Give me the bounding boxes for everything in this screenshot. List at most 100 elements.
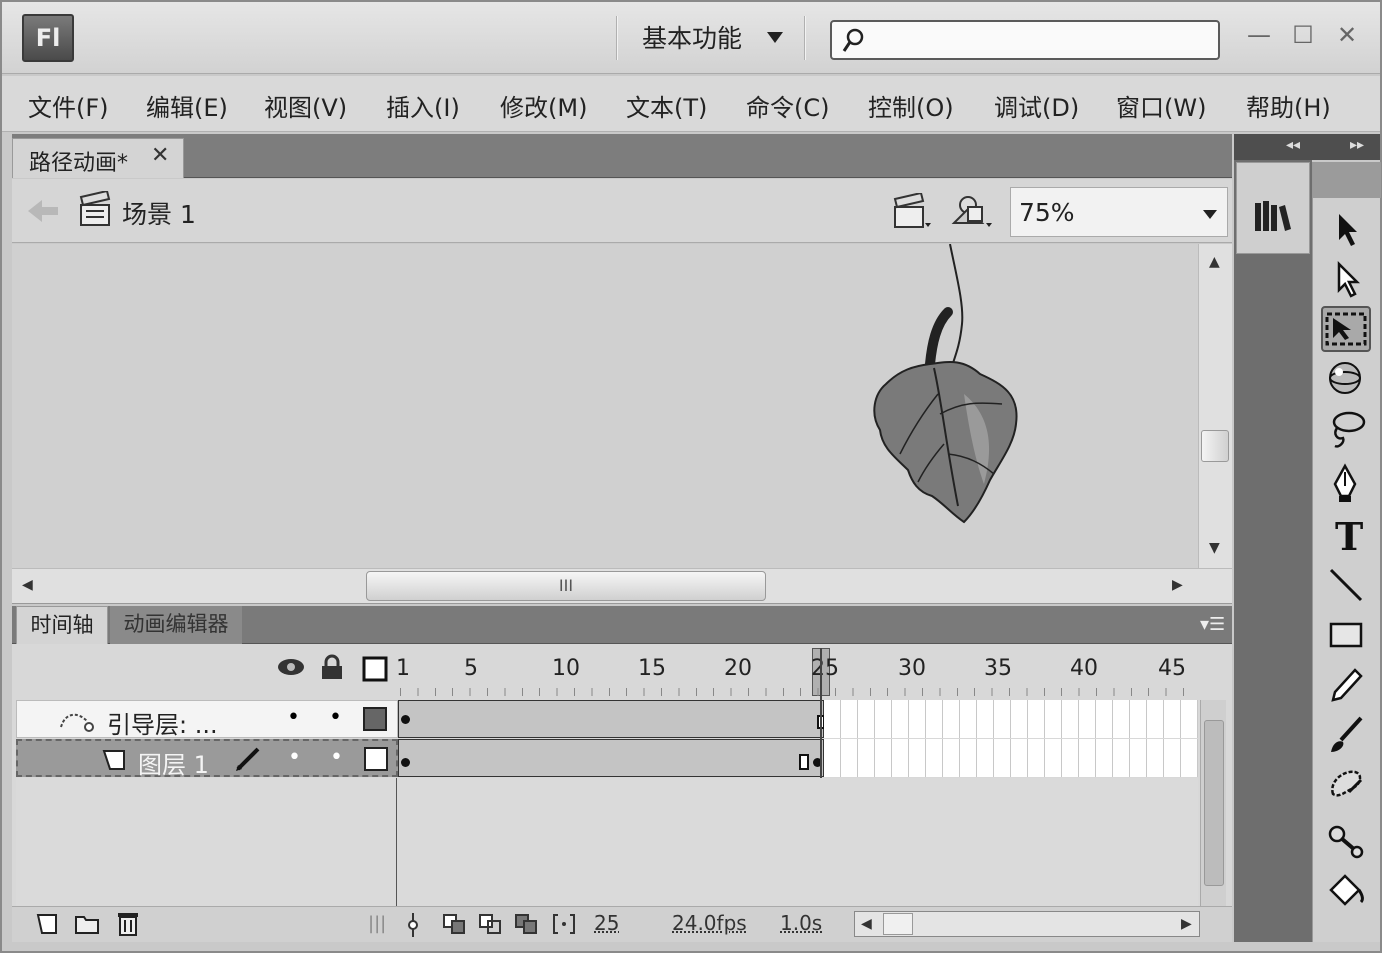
chevron-down-icon[interactable] — [1203, 210, 1217, 219]
timeline-vertical-scrollbar[interactable] — [1200, 700, 1226, 908]
tools-grip[interactable] — [1313, 162, 1381, 198]
end-frame-marker[interactable] — [799, 754, 809, 770]
frame-rate[interactable]: 24.0fps — [672, 911, 747, 935]
new-folder-icon[interactable] — [74, 913, 100, 935]
current-frame[interactable]: 25 — [594, 911, 619, 935]
rectangle-tool-icon[interactable] — [1321, 612, 1371, 658]
timeline-frames[interactable] — [398, 700, 1198, 778]
stage-vertical-scrollbar[interactable]: ▲ ▼ — [1198, 244, 1232, 568]
edit-multiple-frames-icon[interactable] — [514, 913, 540, 935]
maximize-button[interactable]: ☐ — [1288, 20, 1318, 50]
zoom-select[interactable]: 75% — [1010, 187, 1228, 237]
expand-icon[interactable]: ▸▸ — [1350, 137, 1364, 153]
layer-outline-swatch[interactable] — [363, 707, 387, 731]
frame-span-guide[interactable] — [398, 700, 825, 738]
layer-name[interactable]: 图层 1 — [138, 745, 209, 780]
frame-number: 30 — [898, 656, 926, 681]
3d-rotation-tool-icon[interactable] — [1321, 356, 1371, 402]
stage[interactable] — [12, 244, 1198, 568]
back-arrow-icon[interactable] — [26, 197, 60, 225]
eye-icon[interactable] — [276, 656, 306, 678]
horizontal-scroll-thumb[interactable]: III — [366, 571, 766, 601]
leaf-graphic[interactable] — [852, 244, 1032, 534]
close-icon[interactable]: ✕ — [151, 143, 169, 168]
trash-icon[interactable] — [116, 909, 140, 937]
edit-bar: 场景 1 75% — [12, 179, 1232, 243]
menu-modify[interactable]: 修改(M) — [500, 88, 587, 123]
onion-skin-outlines-icon[interactable] — [478, 913, 504, 935]
menu-file[interactable]: 文件(F) — [28, 88, 109, 123]
outline-icon[interactable] — [362, 656, 388, 682]
center-frame-icon[interactable] — [406, 913, 420, 937]
panel-menu-icon[interactable]: ▾☰ — [1200, 614, 1225, 635]
menu-view[interactable]: 视图(V) — [264, 88, 347, 123]
free-transform-tool-icon[interactable] — [1321, 306, 1371, 352]
menu-window[interactable]: 窗口(W) — [1116, 88, 1206, 123]
scroll-left-icon[interactable]: ◀ — [861, 916, 872, 932]
scroll-up-icon[interactable]: ▲ — [1209, 254, 1220, 270]
pen-tool-icon[interactable] — [1321, 462, 1371, 508]
library-panel-button[interactable] — [1236, 162, 1310, 254]
chevron-down-icon[interactable] — [767, 32, 783, 43]
lock-icon[interactable] — [320, 654, 344, 680]
empty-frames-guide[interactable] — [824, 700, 1198, 738]
lasso-tool-icon[interactable] — [1321, 406, 1371, 452]
menu-bar: 文件(F) 编辑(E) 视图(V) 插入(I) 修改(M) 文本(T) 命令(C… — [2, 76, 1380, 132]
keyframe-dot[interactable] — [401, 715, 410, 724]
resize-grip-icon[interactable]: ||| — [368, 913, 386, 934]
collapse-icon[interactable]: ◂◂ — [1286, 137, 1300, 153]
tab-motion-editor[interactable]: 动画编辑器 — [110, 606, 242, 644]
lock-dot[interactable]: • — [330, 745, 343, 770]
lock-dot[interactable]: • — [329, 705, 342, 730]
menu-commands[interactable]: 命令(C) — [746, 88, 829, 123]
tab-timeline[interactable]: 时间轴 — [16, 606, 108, 644]
layer-outline-swatch[interactable] — [364, 747, 388, 771]
vertical-scroll-thumb[interactable] — [1201, 430, 1229, 462]
workspace-switcher-label[interactable]: 基本功能 — [642, 22, 742, 56]
paint-bucket-tool-icon[interactable] — [1321, 868, 1371, 914]
menu-debug[interactable]: 调试(D) — [994, 88, 1079, 123]
menu-insert[interactable]: 插入(I) — [386, 88, 460, 123]
scroll-right-icon[interactable]: ▶ — [1172, 577, 1183, 593]
edit-scene-icon[interactable] — [892, 193, 932, 231]
search-input[interactable] — [830, 20, 1220, 60]
visibility-dot[interactable]: • — [287, 705, 300, 730]
onion-skin-icon[interactable] — [442, 913, 468, 935]
scroll-down-icon[interactable]: ▼ — [1209, 540, 1220, 556]
visibility-dot[interactable]: • — [288, 745, 301, 770]
stage-horizontal-scrollbar[interactable]: ◀ III ▶ — [12, 568, 1232, 604]
library-icon — [1255, 201, 1291, 231]
subselection-tool-icon[interactable] — [1321, 256, 1371, 302]
bone-tool-icon[interactable] — [1321, 818, 1371, 864]
layer-row-guide[interactable]: 引导层: ... • • — [16, 700, 398, 740]
minimize-button[interactable]: — — [1244, 20, 1274, 50]
menu-edit[interactable]: 编辑(E) — [146, 88, 228, 123]
new-layer-icon[interactable] — [36, 913, 58, 935]
edit-symbols-icon[interactable] — [950, 191, 994, 231]
timeline-vertical-scroll-thumb[interactable] — [1204, 720, 1224, 886]
scroll-left-icon[interactable]: ◀ — [22, 577, 33, 593]
timeline-horizontal-scrollbar[interactable]: ◀ ▶ — [854, 911, 1200, 937]
menu-control[interactable]: 控制(O) — [868, 88, 954, 123]
pencil-tool-icon[interactable] — [1321, 662, 1371, 708]
timeline-empty-area — [16, 778, 1198, 908]
keyframe-dot[interactable] — [401, 758, 410, 767]
scene-label[interactable]: 场景 1 — [122, 195, 196, 231]
selection-tool-icon[interactable] — [1321, 206, 1371, 252]
document-tab[interactable]: 路径动画* ✕ — [12, 138, 184, 178]
line-tool-icon[interactable] — [1321, 562, 1371, 608]
close-button[interactable]: ✕ — [1332, 20, 1362, 50]
scroll-right-icon[interactable]: ▶ — [1181, 916, 1192, 932]
frame-span-layer-1[interactable] — [398, 739, 824, 777]
frame-number: 5 — [464, 656, 478, 681]
menu-help[interactable]: 帮助(H) — [1246, 88, 1331, 123]
text-tool-icon[interactable]: T — [1321, 512, 1371, 558]
modify-onion-markers-icon[interactable] — [552, 913, 576, 935]
empty-frames-layer-1[interactable] — [824, 739, 1198, 777]
layer-name[interactable]: 引导层: ... — [107, 705, 218, 740]
deco-tool-icon[interactable] — [1321, 762, 1371, 808]
menu-text[interactable]: 文本(T) — [626, 88, 707, 123]
brush-tool-icon[interactable] — [1321, 712, 1371, 758]
timeline-horizontal-scroll-thumb[interactable] — [883, 913, 913, 935]
layer-row-1[interactable]: 图层 1 • • — [16, 739, 398, 780]
